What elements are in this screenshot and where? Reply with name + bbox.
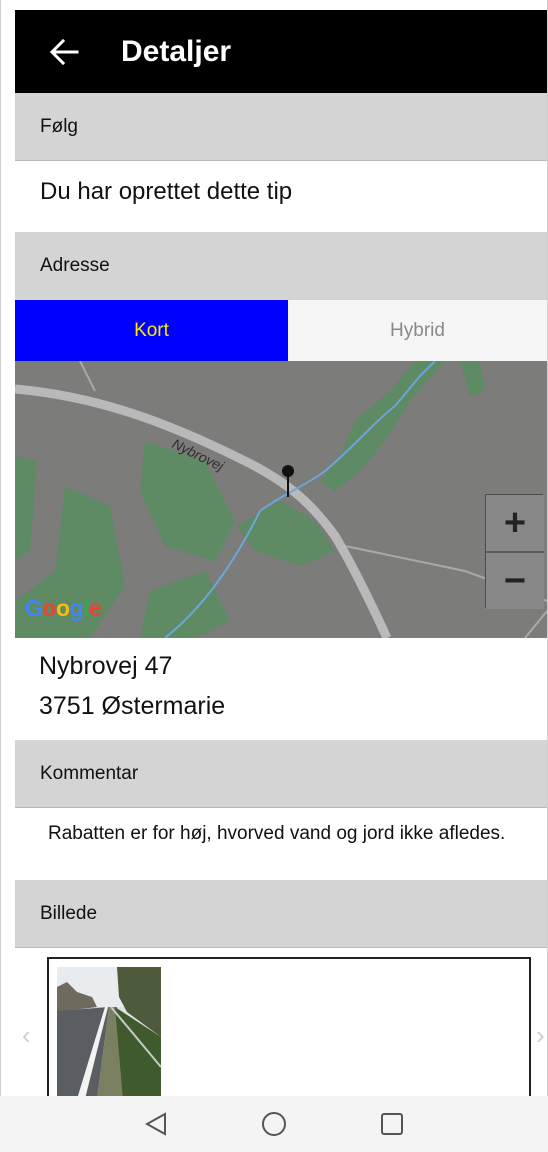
back-button[interactable]: [37, 25, 91, 79]
map-green-area: [320, 361, 445, 491]
nav-home-button[interactable]: [246, 1096, 302, 1152]
address-line-city: 3751 Østermarie: [39, 692, 226, 720]
nav-back-button[interactable]: [128, 1096, 184, 1152]
map-pin-icon[interactable]: [282, 465, 294, 477]
logo-letter: o: [55, 595, 70, 621]
tab-hybrid[interactable]: Hybrid: [288, 300, 547, 361]
comment-section-header: Kommentar: [15, 740, 547, 807]
zoom-controls: + −: [485, 494, 544, 609]
carousel-prev-icon[interactable]: ‹: [22, 1020, 31, 1051]
logo-letter: G: [25, 595, 43, 621]
image-section-header: Billede: [15, 880, 547, 947]
recents-square-icon: [381, 1113, 403, 1135]
logo-letter: e: [88, 595, 102, 621]
logo-letter: o: [42, 595, 56, 621]
follow-section-header: Følg: [15, 93, 547, 160]
arrow-left-icon: [49, 38, 79, 65]
follow-status-text: Du har oprettet dette tip: [40, 178, 293, 205]
address-line-street: Nybrovej 47: [39, 652, 173, 680]
logo-letter: g: [69, 595, 84, 621]
comment-text: Rabatten er for høj, hvorved vand og jor…: [48, 823, 506, 844]
map-type-selector: Kort Hybrid: [15, 300, 547, 361]
photo-road-image: [57, 967, 161, 1097]
address-section-header: Adresse: [15, 232, 547, 300]
divider: [15, 160, 547, 161]
home-circle-icon: [262, 1112, 286, 1136]
map-green-area: [140, 571, 230, 638]
map-minor-road: [79, 361, 96, 392]
zoom-in-button[interactable]: +: [486, 495, 544, 551]
map-view[interactable]: Nybrovej + − Google: [15, 361, 547, 638]
tip-photo[interactable]: [57, 967, 161, 1097]
app-bar: Detaljer: [15, 10, 547, 93]
carousel-next-icon[interactable]: ›: [536, 1020, 545, 1051]
map-green-area: [15, 456, 37, 561]
image-carousel: [47, 957, 531, 1097]
divider: [15, 947, 547, 948]
zoom-out-button[interactable]: −: [486, 553, 544, 609]
google-logo: Google: [25, 595, 102, 622]
back-triangle-icon: [145, 1112, 166, 1136]
nav-recents-button[interactable]: [364, 1096, 420, 1152]
tab-kort[interactable]: Kort: [15, 300, 288, 361]
map-green-area: [460, 361, 485, 396]
system-nav-bar: [0, 1096, 548, 1152]
map-minor-road: [524, 610, 547, 638]
divider: [15, 807, 547, 808]
page-title: Detaljer: [121, 34, 232, 68]
